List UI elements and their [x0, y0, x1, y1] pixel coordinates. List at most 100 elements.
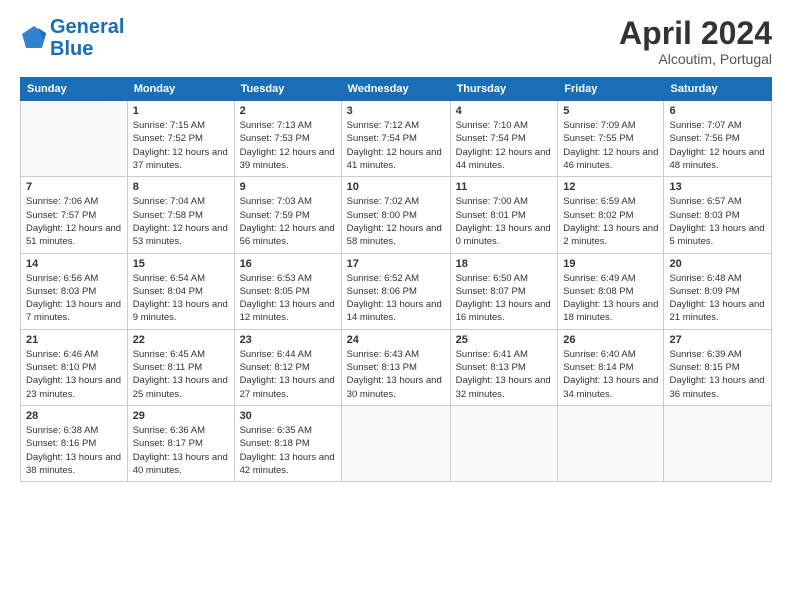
calendar-cell: 22 Sunrise: 6:45 AMSunset: 8:11 PMDayligh… [127, 329, 234, 405]
calendar-cell: 23 Sunrise: 6:44 AMSunset: 8:12 PMDayligh… [234, 329, 341, 405]
day-number: 5 [563, 105, 658, 117]
day-number: 7 [26, 181, 122, 193]
day-number: 9 [240, 181, 336, 193]
day-info: Sunrise: 6:35 AMSunset: 8:18 PMDaylight:… [240, 424, 336, 477]
weekday-header-tuesday: Tuesday [234, 78, 341, 101]
calendar-cell: 19 Sunrise: 6:49 AMSunset: 8:08 PMDayligh… [558, 253, 664, 329]
calendar-cell: 25 Sunrise: 6:41 AMSunset: 8:13 PMDayligh… [450, 329, 558, 405]
weekday-header-wednesday: Wednesday [341, 78, 450, 101]
day-number: 23 [240, 334, 336, 346]
calendar-cell: 5 Sunrise: 7:09 AMSunset: 7:55 PMDaylight… [558, 101, 664, 177]
calendar-cell: 3 Sunrise: 7:12 AMSunset: 7:54 PMDaylight… [341, 101, 450, 177]
day-info: Sunrise: 7:15 AMSunset: 7:52 PMDaylight:… [133, 119, 229, 172]
day-info: Sunrise: 6:53 AMSunset: 8:05 PMDaylight:… [240, 272, 336, 325]
day-info: Sunrise: 7:10 AMSunset: 7:54 PMDaylight:… [456, 119, 553, 172]
calendar-cell: 2Sunrise: 7:13 AMSunset: 7:53 PMDaylight… [234, 101, 341, 177]
day-info: Sunrise: 7:06 AMSunset: 7:57 PMDaylight:… [26, 195, 122, 248]
day-number: 25 [456, 334, 553, 346]
day-info: Sunrise: 6:49 AMSunset: 8:08 PMDaylight:… [563, 272, 658, 325]
calendar-cell: 7 Sunrise: 7:06 AMSunset: 7:57 PMDaylight… [21, 177, 128, 253]
calendar-cell [341, 405, 450, 481]
day-number: 30 [240, 410, 336, 422]
day-number: 4 [456, 105, 553, 117]
day-info: Sunrise: 6:50 AMSunset: 8:07 PMDaylight:… [456, 272, 553, 325]
day-number: 10 [347, 181, 445, 193]
day-number: 11 [456, 181, 553, 193]
calendar-table: SundayMondayTuesdayWednesdayThursdayFrid… [20, 77, 772, 482]
logo-general: General [50, 16, 124, 38]
calendar-cell [21, 101, 128, 177]
calendar-cell [664, 405, 772, 481]
day-info: Sunrise: 6:59 AMSunset: 8:02 PMDaylight:… [563, 195, 658, 248]
weekday-header-saturday: Saturday [664, 78, 772, 101]
day-info: Sunrise: 6:44 AMSunset: 8:12 PMDaylight:… [240, 348, 336, 401]
calendar-cell [450, 405, 558, 481]
calendar-week-row: 1Sunrise: 7:15 AMSunset: 7:52 PMDaylight… [21, 101, 772, 177]
logo-icon [20, 24, 48, 52]
day-info: Sunrise: 6:39 AMSunset: 8:15 PMDaylight:… [669, 348, 766, 401]
day-info: Sunrise: 6:40 AMSunset: 8:14 PMDaylight:… [563, 348, 658, 401]
calendar-cell: 9 Sunrise: 7:03 AMSunset: 7:59 PMDaylight… [234, 177, 341, 253]
weekday-header-row: SundayMondayTuesdayWednesdayThursdayFrid… [21, 78, 772, 101]
day-info: Sunrise: 7:04 AMSunset: 7:58 PMDaylight:… [133, 195, 229, 248]
calendar-cell: 26Sunrise: 6:40 AMSunset: 8:14 PMDayligh… [558, 329, 664, 405]
day-info: Sunrise: 7:00 AMSunset: 8:01 PMDaylight:… [456, 195, 553, 248]
calendar-cell: 16 Sunrise: 6:53 AMSunset: 8:05 PMDayligh… [234, 253, 341, 329]
logo: General Blue [20, 16, 124, 60]
day-number: 6 [669, 105, 766, 117]
calendar-cell: 20 Sunrise: 6:48 AMSunset: 8:09 PMDayligh… [664, 253, 772, 329]
day-number: 22 [133, 334, 229, 346]
calendar-cell: 27 Sunrise: 6:39 AMSunset: 8:15 PMDayligh… [664, 329, 772, 405]
day-number: 20 [669, 258, 766, 270]
day-info: Sunrise: 6:45 AMSunset: 8:11 PMDaylight:… [133, 348, 229, 401]
day-info: Sunrise: 6:56 AMSunset: 8:03 PMDaylight:… [26, 272, 122, 325]
day-info: Sunrise: 6:52 AMSunset: 8:06 PMDaylight:… [347, 272, 445, 325]
calendar-cell: 15 Sunrise: 6:54 AMSunset: 8:04 PMDayligh… [127, 253, 234, 329]
weekday-header-thursday: Thursday [450, 78, 558, 101]
day-info: Sunrise: 6:48 AMSunset: 8:09 PMDaylight:… [669, 272, 766, 325]
weekday-header-monday: Monday [127, 78, 234, 101]
day-info: Sunrise: 7:07 AMSunset: 7:56 PMDaylight:… [669, 119, 766, 172]
calendar-cell: 12 Sunrise: 6:59 AMSunset: 8:02 PMDayligh… [558, 177, 664, 253]
calendar-cell: 30 Sunrise: 6:35 AMSunset: 8:18 PMDayligh… [234, 405, 341, 481]
day-info: Sunrise: 6:43 AMSunset: 8:13 PMDaylight:… [347, 348, 445, 401]
calendar-cell: 11 Sunrise: 7:00 AMSunset: 8:01 PMDayligh… [450, 177, 558, 253]
calendar-cell: 13Sunrise: 6:57 AMSunset: 8:03 PMDayligh… [664, 177, 772, 253]
month-title: April 2024 [619, 16, 772, 51]
day-info: Sunrise: 7:09 AMSunset: 7:55 PMDaylight:… [563, 119, 658, 172]
title-block: April 2024 Alcoutim, Portugal [619, 16, 772, 67]
day-info: Sunrise: 6:54 AMSunset: 8:04 PMDaylight:… [133, 272, 229, 325]
calendar-cell: 29Sunrise: 6:36 AMSunset: 8:17 PMDayligh… [127, 405, 234, 481]
day-number: 18 [456, 258, 553, 270]
day-info: Sunrise: 7:02 AMSunset: 8:00 PMDaylight:… [347, 195, 445, 248]
calendar-cell: 6 Sunrise: 7:07 AMSunset: 7:56 PMDaylight… [664, 101, 772, 177]
day-number: 16 [240, 258, 336, 270]
day-info: Sunrise: 6:57 AMSunset: 8:03 PMDaylight:… [669, 195, 766, 248]
calendar-cell [558, 405, 664, 481]
day-number: 8 [133, 181, 229, 193]
weekday-header-friday: Friday [558, 78, 664, 101]
calendar-cell: 28Sunrise: 6:38 AMSunset: 8:16 PMDayligh… [21, 405, 128, 481]
day-number: 21 [26, 334, 122, 346]
calendar-cell: 24 Sunrise: 6:43 AMSunset: 8:13 PMDayligh… [341, 329, 450, 405]
calendar-cell: 21 Sunrise: 6:46 AMSunset: 8:10 PMDayligh… [21, 329, 128, 405]
day-number: 27 [669, 334, 766, 346]
day-number: 24 [347, 334, 445, 346]
day-info: Sunrise: 6:46 AMSunset: 8:10 PMDaylight:… [26, 348, 122, 401]
day-number: 19 [563, 258, 658, 270]
day-number: 15 [133, 258, 229, 270]
calendar-cell: 17Sunrise: 6:52 AMSunset: 8:06 PMDayligh… [341, 253, 450, 329]
day-info: Sunrise: 7:03 AMSunset: 7:59 PMDaylight:… [240, 195, 336, 248]
calendar-cell: 8 Sunrise: 7:04 AMSunset: 7:58 PMDaylight… [127, 177, 234, 253]
day-number: 3 [347, 105, 445, 117]
day-number: 29 [133, 410, 229, 422]
page: General Blue April 2024 Alcoutim, Portug… [0, 0, 792, 612]
calendar-cell: 4 Sunrise: 7:10 AMSunset: 7:54 PMDaylight… [450, 101, 558, 177]
logo-blue: Blue [50, 38, 93, 60]
day-info: Sunrise: 6:38 AMSunset: 8:16 PMDaylight:… [26, 424, 122, 477]
day-info: Sunrise: 6:41 AMSunset: 8:13 PMDaylight:… [456, 348, 553, 401]
day-number: 2 [240, 105, 336, 117]
logo-text: General Blue [50, 16, 124, 60]
day-number: 12 [563, 181, 658, 193]
day-info: Sunrise: 7:12 AMSunset: 7:54 PMDaylight:… [347, 119, 445, 172]
